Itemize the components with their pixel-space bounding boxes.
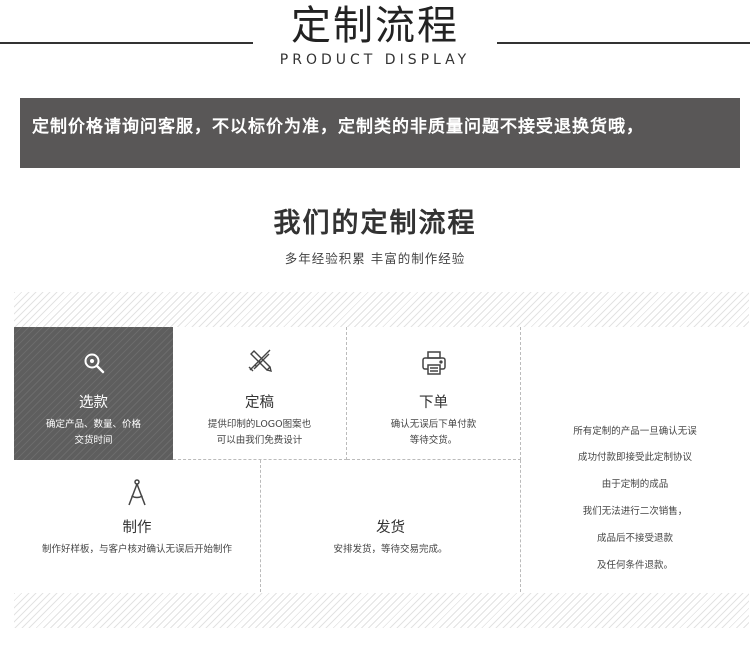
page-title: 定制流程 <box>291 3 459 49</box>
step-desc-line: 确定产品、数量、价格 <box>45 419 141 430</box>
step-desc-line: 等待交货。 <box>409 435 458 446</box>
step-desc-line: 提供印制的LOGO图案也 <box>207 419 312 430</box>
step-desc-line: 制作好样板，与客户核对确认无误后开始制作 <box>41 544 232 555</box>
policy-panel: 所有定制的产品一旦确认无误 成功付款即接受此定制协议 由于定制的成品 我们无法进… <box>521 327 749 592</box>
step-title: 选款 <box>79 395 108 411</box>
policy-line: 我们无法进行二次销售， <box>582 506 688 517</box>
policy-line: 由于定制的成品 <box>601 479 669 490</box>
policy-line: 所有定制的产品一旦确认无误 <box>573 426 697 437</box>
policy-line: 及任何条件退款。 <box>596 560 673 571</box>
policy-line: 成品后不接受退款 <box>596 533 673 544</box>
step-desc-line: 确认无误后下单付款 <box>390 419 477 430</box>
process-grid: 选款 确定产品、数量、价格 交货时间 定稿 提供印制的LOGO图案也 可以由我们… <box>14 327 749 592</box>
compass-icon <box>14 478 260 508</box>
notice-banner: 定制价格请询问客服，不以标价为准，定制类的非质量问题不接受退换货哦， <box>20 98 740 168</box>
step-title: 定稿 <box>245 395 274 411</box>
policy-line: 成功付款即接受此定制协议 <box>577 452 692 463</box>
printer-icon <box>347 349 520 377</box>
step-select: 选款 确定产品、数量、价格 交货时间 <box>14 327 173 460</box>
step-title: 下单 <box>419 395 448 411</box>
step-desc-line: 可以由我们免费设计 <box>216 435 303 446</box>
page-subtitle: PRODUCT DISPLAY <box>279 52 471 68</box>
step-ship: 发货 安排发货，等待交易完成。 <box>261 460 521 592</box>
step-produce: 制作 制作好样板，与客户核对确认无误后开始制作 <box>14 460 261 592</box>
search-icon <box>14 351 173 375</box>
section-subheading: 多年经验积累 丰富的制作经验 <box>284 251 466 266</box>
step-draft: 定稿 提供印制的LOGO图案也 可以由我们免费设计 <box>173 327 347 460</box>
step-order: 下单 确认无误后下单付款 等待交货。 <box>347 327 521 460</box>
hatch-band-bottom <box>14 593 749 628</box>
section-heading: 我们的定制流程 <box>273 208 477 239</box>
step-title: 制作 <box>122 520 152 536</box>
step-title: 发货 <box>376 520 405 536</box>
notice-text: 定制价格请询问客服，不以标价为准，定制类的非质量问题不接受退换货哦， <box>32 117 644 137</box>
step-desc-line: 安排发货，等待交易完成。 <box>333 544 448 555</box>
hatch-band-top <box>14 292 749 327</box>
design-tools-icon <box>173 345 346 375</box>
step-desc-line: 交货时间 <box>74 435 113 446</box>
